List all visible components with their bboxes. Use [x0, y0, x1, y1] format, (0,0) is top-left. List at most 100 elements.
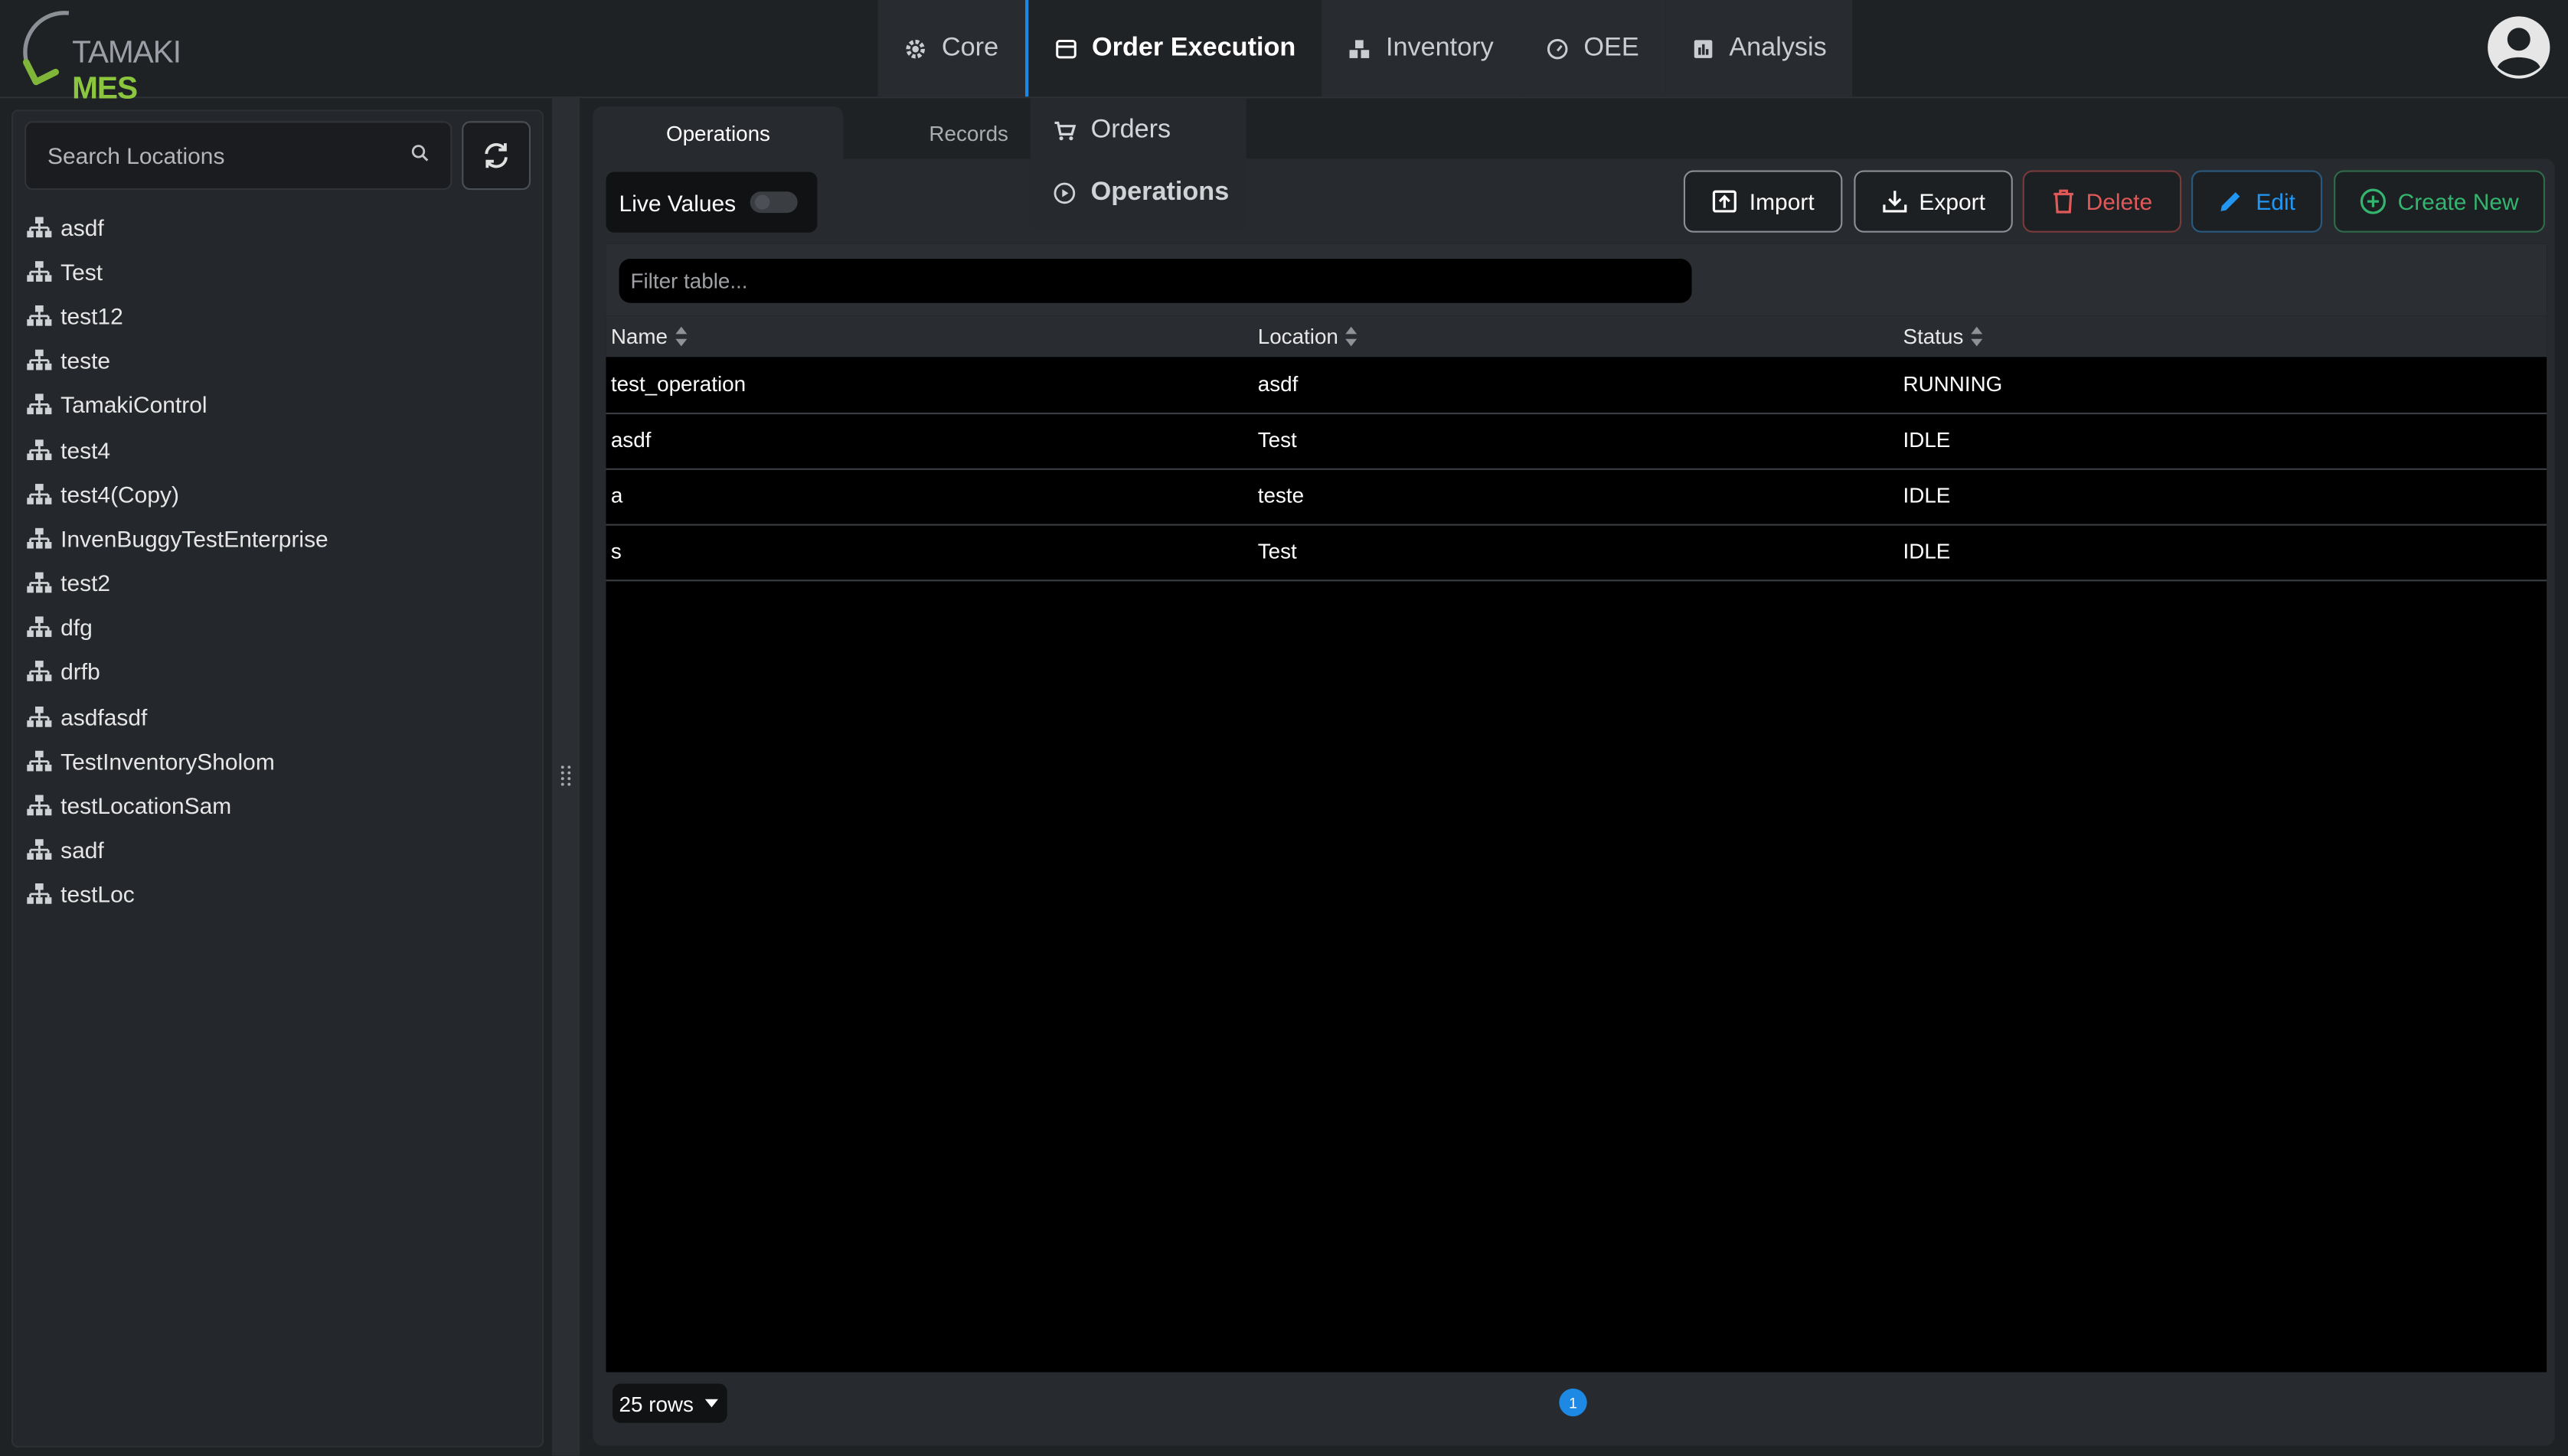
- import-button[interactable]: Import: [1683, 170, 1843, 233]
- hierarchy-icon: [27, 750, 52, 772]
- nav-analysis[interactable]: Analysis: [1665, 0, 1853, 97]
- page-1-button[interactable]: 1: [1559, 1388, 1587, 1417]
- location-item[interactable]: test4(Copy): [26, 472, 518, 516]
- location-item-label: testLoc: [60, 881, 135, 908]
- cell-name: s: [610, 538, 622, 563]
- location-item[interactable]: InvenBuggyTestEnterprise: [26, 516, 518, 560]
- store-icon: [1055, 38, 1077, 58]
- hierarchy-icon: [27, 883, 52, 905]
- location-item[interactable]: test12: [26, 294, 518, 338]
- live-values-toggle[interactable]: [750, 191, 798, 214]
- hierarchy-icon: [27, 260, 52, 282]
- table-row[interactable]: s Test IDLE: [606, 524, 2547, 582]
- create-new-label: Create New: [2397, 188, 2519, 215]
- export-button[interactable]: Export: [1854, 170, 2013, 233]
- table-pagination: 25 rows 1: [606, 1376, 2547, 1433]
- table-row[interactable]: a teste IDLE: [606, 468, 2547, 526]
- column-header-location-label: Location: [1257, 324, 1338, 349]
- hierarchy-icon: [27, 839, 52, 860]
- user-avatar[interactable]: [2486, 15, 2552, 80]
- location-item[interactable]: testLoc: [26, 873, 518, 917]
- nav-core[interactable]: Core: [877, 0, 1025, 97]
- edit-label: Edit: [2256, 188, 2295, 215]
- hierarchy-icon: [27, 394, 52, 415]
- location-item-label: teste: [60, 347, 111, 374]
- table-row[interactable]: asdf Test IDLE: [606, 413, 2547, 470]
- location-item[interactable]: dfg: [26, 606, 518, 650]
- cell-name: asdf: [610, 427, 652, 452]
- hierarchy-icon: [27, 350, 52, 371]
- location-item[interactable]: Test: [26, 250, 518, 294]
- edit-button[interactable]: Edit: [2191, 170, 2323, 233]
- location-item-label: test12: [60, 302, 123, 329]
- column-header-location[interactable]: Location: [1258, 316, 1358, 357]
- nav-inventory-label: Inventory: [1385, 33, 1494, 62]
- cell-location: Test: [1257, 427, 1297, 452]
- table-header: Name Location Status: [606, 315, 2547, 357]
- location-item[interactable]: testLocationSam: [26, 783, 518, 828]
- cart-icon: [1054, 121, 1077, 141]
- location-item-label: drfb: [60, 658, 100, 686]
- table-filter-input[interactable]: [619, 258, 1692, 303]
- location-item[interactable]: drfb: [26, 650, 518, 694]
- location-item-label: test2: [60, 570, 111, 596]
- download-icon: [1882, 191, 1906, 213]
- play-circle-icon: [1054, 182, 1076, 204]
- operations-table: Name Location Status test_operationasdfR…: [606, 243, 2547, 1373]
- location-item[interactable]: TamakiControl: [26, 383, 518, 427]
- location-item-label: test4: [60, 436, 111, 463]
- nav-core-label: Core: [941, 33, 999, 62]
- live-values-control: Live Values: [606, 171, 818, 233]
- refresh-button[interactable]: [462, 121, 531, 191]
- location-item[interactable]: sadf: [26, 828, 518, 873]
- drag-handle-icon[interactable]: [560, 765, 572, 788]
- location-item[interactable]: test2: [26, 561, 518, 606]
- logo-word-2: MES: [72, 72, 138, 107]
- chart-icon: [1694, 39, 1712, 57]
- location-item-label: sadf: [60, 837, 104, 863]
- cell-status: IDLE: [1903, 538, 1951, 563]
- menu-item-operations[interactable]: Operations: [1053, 174, 1229, 213]
- tab-operations[interactable]: Operations: [593, 106, 844, 161]
- location-item-label: TamakiControl: [60, 391, 207, 419]
- location-item[interactable]: asdf: [26, 204, 518, 249]
- table-row[interactable]: test_operation asdf RUNNING: [606, 357, 2547, 415]
- location-item-label: testLocationSam: [60, 792, 232, 819]
- menu-item-orders-label: Orders: [1090, 116, 1171, 145]
- location-item[interactable]: asdfasdf: [26, 694, 518, 739]
- gear-icon: [906, 38, 926, 58]
- location-item-label: TestInventorySholom: [60, 748, 275, 775]
- nav-oee[interactable]: OEE: [1519, 0, 1665, 97]
- nav-inventory[interactable]: Inventory: [1322, 0, 1520, 97]
- order-execution-dropdown: Orders Operations: [1030, 98, 1246, 230]
- boxes-icon: [1349, 39, 1370, 57]
- column-header-status[interactable]: Status: [1903, 316, 1984, 357]
- location-item[interactable]: teste: [26, 338, 518, 383]
- hierarchy-icon: [27, 661, 52, 682]
- search-input[interactable]: [26, 122, 411, 188]
- create-new-button[interactable]: Create New: [2334, 170, 2546, 233]
- plus-circle-icon: [2360, 188, 2387, 214]
- operations-panel: Live Values Import Export Delete Edit Cr…: [593, 158, 2555, 1446]
- delete-button[interactable]: Delete: [2022, 170, 2182, 233]
- rows-per-page-select[interactable]: 25 rows: [612, 1383, 727, 1423]
- trash-icon: [2053, 189, 2073, 214]
- panel-splitter[interactable]: [551, 96, 580, 1456]
- location-item-label: test4(Copy): [60, 481, 179, 508]
- menu-item-orders[interactable]: Orders: [1053, 111, 1171, 150]
- gauge-icon: [1547, 38, 1568, 59]
- location-list: asdf Test test12 teste TamakiControl test4 tes…: [26, 204, 518, 916]
- cell-name: test_operation: [610, 371, 747, 397]
- cell-status: IDLE: [1903, 427, 1951, 452]
- hierarchy-icon: [27, 439, 52, 460]
- logo: TAMAKI MES: [20, 7, 233, 106]
- search-icon[interactable]: [411, 144, 430, 162]
- column-header-name[interactable]: Name: [611, 316, 688, 357]
- sort-icon: [675, 326, 687, 347]
- nav-order-execution[interactable]: Order Execution: [1024, 0, 1322, 97]
- sort-icon: [1345, 326, 1358, 347]
- nav-order-execution-label: Order Execution: [1092, 33, 1296, 62]
- location-item[interactable]: TestInventorySholom: [26, 739, 518, 783]
- location-item[interactable]: test4: [26, 427, 518, 472]
- live-values-label: Live Values: [619, 189, 737, 216]
